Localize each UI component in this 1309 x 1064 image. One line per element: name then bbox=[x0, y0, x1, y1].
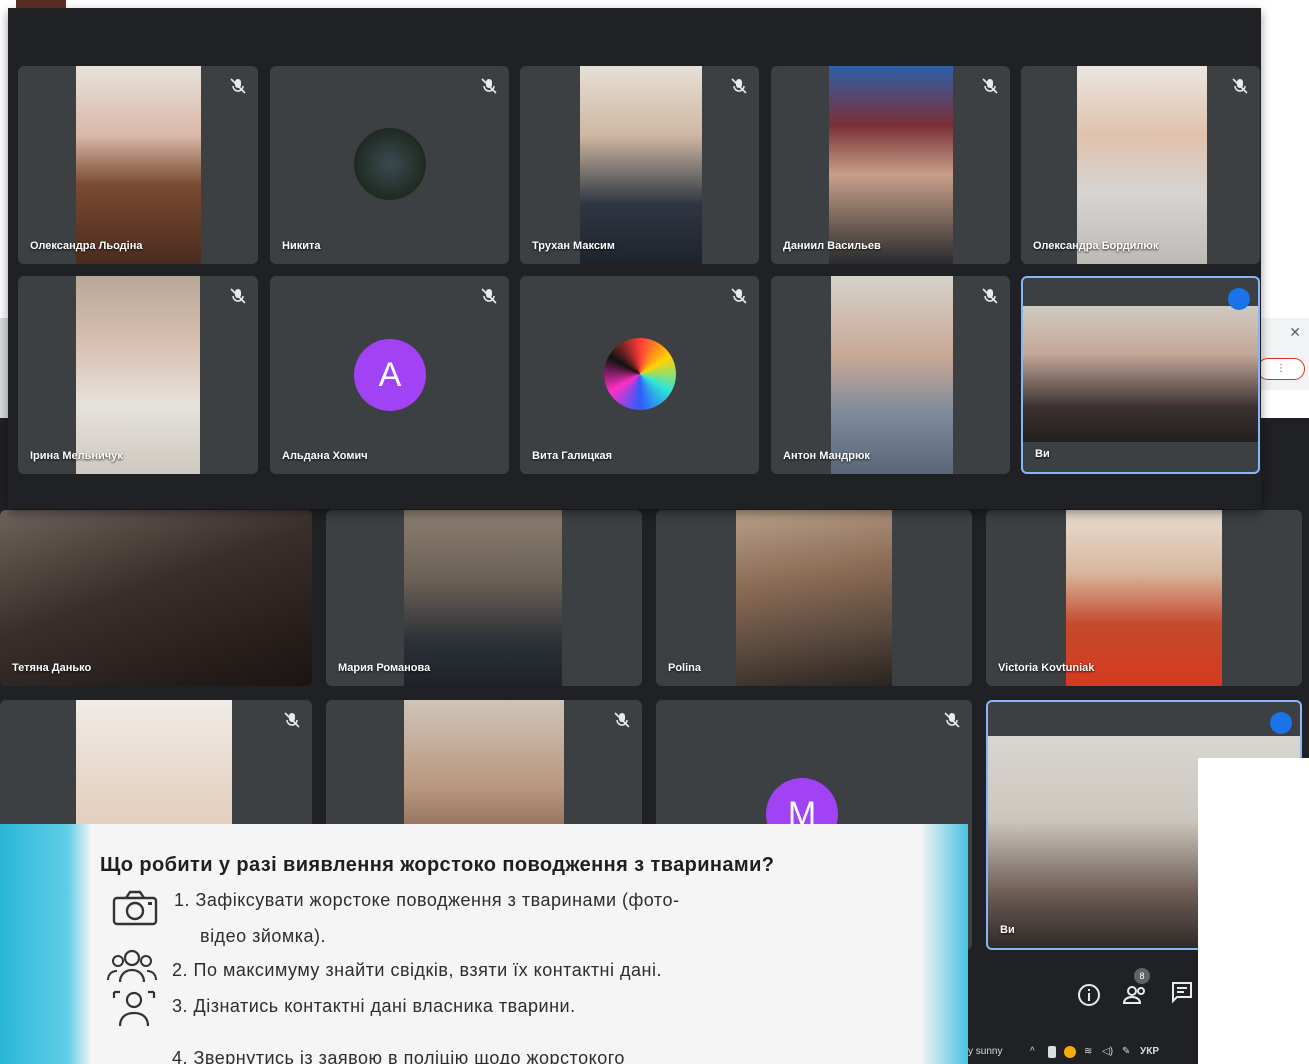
chevron-up-icon[interactable]: ^ bbox=[1030, 1046, 1035, 1057]
info-icon[interactable] bbox=[1074, 980, 1104, 1010]
participant-video bbox=[829, 66, 953, 264]
participant-avatar: A bbox=[354, 339, 426, 411]
mic-off-icon bbox=[230, 78, 246, 94]
participant-tile[interactable]: Вита Галицкая bbox=[520, 276, 759, 474]
participant-tile[interactable]: Олександра Льодіна bbox=[18, 66, 258, 264]
participant-name: Polina bbox=[668, 662, 702, 674]
slide-title: Що робити у разі виявлення жорстоко пово… bbox=[100, 854, 775, 876]
mic-off-icon bbox=[731, 288, 747, 304]
participant-name: Даниил Васильев bbox=[783, 240, 881, 252]
volume-icon[interactable]: ◁) bbox=[1102, 1046, 1113, 1057]
slide-content: Що робити у разі виявлення жорстоко пово… bbox=[92, 824, 922, 1064]
participant-tile[interactable]: Трухан Максим bbox=[520, 66, 759, 264]
participant-name: Олександра Льодіна bbox=[30, 240, 143, 252]
people-button[interactable]: 8 bbox=[1120, 968, 1150, 1010]
speaking-indicator-icon bbox=[1228, 288, 1250, 310]
slide-item-1: 1. Зафіксувати жорстоке поводження з тва… bbox=[174, 890, 680, 910]
participant-tile[interactable]: Victoria Kovtuniak bbox=[986, 510, 1302, 686]
mic-off-icon bbox=[481, 78, 497, 94]
people-icon bbox=[1122, 986, 1145, 1004]
participant-tile-self[interactable]: Ви bbox=[1021, 276, 1260, 474]
camera-icon bbox=[112, 890, 158, 926]
participant-tile[interactable]: Олександра Бордилюк bbox=[1021, 66, 1260, 264]
participant-name: Мария Романова bbox=[338, 662, 431, 674]
app-tray-icon[interactable] bbox=[1064, 1046, 1076, 1058]
weather-text: y sunny bbox=[968, 1046, 1003, 1057]
participant-tile[interactable]: Тетяна Данько bbox=[0, 510, 312, 686]
chat-icon[interactable] bbox=[1168, 978, 1196, 1006]
mic-off-icon bbox=[284, 712, 300, 728]
participant-tile[interactable]: Мария Романова bbox=[326, 510, 642, 686]
participant-video bbox=[831, 276, 953, 474]
speaking-indicator-icon bbox=[1270, 712, 1292, 734]
mic-off-icon bbox=[982, 288, 998, 304]
participant-video bbox=[1023, 306, 1258, 442]
participant-video bbox=[76, 276, 200, 474]
mic-off-icon bbox=[230, 288, 246, 304]
participant-video bbox=[580, 66, 702, 264]
participant-name: Олександра Бордилюк bbox=[1033, 240, 1159, 252]
participant-name: Ви bbox=[1000, 924, 1015, 936]
mic-off-icon bbox=[982, 78, 998, 94]
corner-mark bbox=[16, 0, 66, 8]
mic-off-icon bbox=[1232, 78, 1248, 94]
participant-name: Альдана Хомич bbox=[282, 450, 368, 462]
participant-video bbox=[404, 510, 562, 686]
participant-video bbox=[736, 510, 892, 686]
slide-item-3: 3. Дізнатись контактні дані власника тва… bbox=[172, 996, 576, 1016]
background-blank-area bbox=[1198, 758, 1309, 1064]
participant-name: Ви bbox=[1035, 448, 1050, 460]
participant-tile[interactable]: Ірина Мельничук bbox=[18, 276, 258, 474]
close-icon[interactable]: ✕ bbox=[1289, 324, 1301, 341]
participant-tile[interactable]: Polina bbox=[656, 510, 972, 686]
battery-icon bbox=[1048, 1046, 1056, 1058]
participant-tile[interactable]: Никита bbox=[270, 66, 509, 264]
participant-avatar bbox=[604, 338, 676, 410]
participant-video bbox=[1077, 66, 1207, 264]
language-indicator[interactable]: УКР bbox=[1140, 1046, 1159, 1057]
pen-icon[interactable]: ✎ bbox=[1122, 1046, 1130, 1057]
mic-off-icon bbox=[731, 78, 747, 94]
participant-tile[interactable]: A Альдана Хомич bbox=[270, 276, 509, 474]
slide-item-4: 4. Звернутись із заявою в поліцію щодо ж… bbox=[172, 1048, 625, 1064]
slide-item-1-continued: відео зйомка). bbox=[200, 926, 327, 946]
participant-tile[interactable]: Даниил Васильев bbox=[771, 66, 1010, 264]
participant-name: Ірина Мельничук bbox=[30, 450, 123, 462]
mic-off-icon bbox=[481, 288, 497, 304]
presentation-slide: Що робити у разі виявлення жорстоко пово… bbox=[0, 824, 968, 1064]
participant-name: Тетяна Данько bbox=[12, 662, 92, 674]
background-window-edge bbox=[0, 318, 8, 418]
mic-off-icon bbox=[944, 712, 960, 728]
participant-name: Вита Галицкая bbox=[532, 450, 613, 462]
participant-avatar bbox=[354, 128, 426, 200]
mic-off-icon bbox=[614, 712, 630, 728]
slide-item-2: 2. По максимуму знайти свідків, взяти їх… bbox=[172, 960, 662, 980]
background-pill-button[interactable]: ⋮ bbox=[1257, 358, 1305, 380]
participant-video bbox=[76, 66, 201, 264]
participant-tile[interactable]: Антон Мандрюк bbox=[771, 276, 1010, 474]
participant-video bbox=[1066, 510, 1222, 686]
participant-name: Трухан Максим bbox=[532, 240, 615, 252]
people-group-icon bbox=[107, 949, 157, 983]
person-search-icon bbox=[112, 990, 156, 1027]
people-count-badge: 8 bbox=[1134, 968, 1150, 984]
participant-video bbox=[0, 510, 312, 686]
participant-name: Victoria Kovtuniak bbox=[998, 662, 1095, 674]
meeting-window-top: Олександра Льодіна Никита Трухан Максим … bbox=[8, 8, 1261, 509]
taskbar: y sunny ^ ≋ ◁) ✎ УКР bbox=[968, 1040, 1198, 1064]
participant-name: Антон Мандрюк bbox=[783, 450, 870, 462]
wifi-icon[interactable]: ≋ bbox=[1084, 1046, 1092, 1057]
participant-name: Никита bbox=[282, 240, 321, 252]
